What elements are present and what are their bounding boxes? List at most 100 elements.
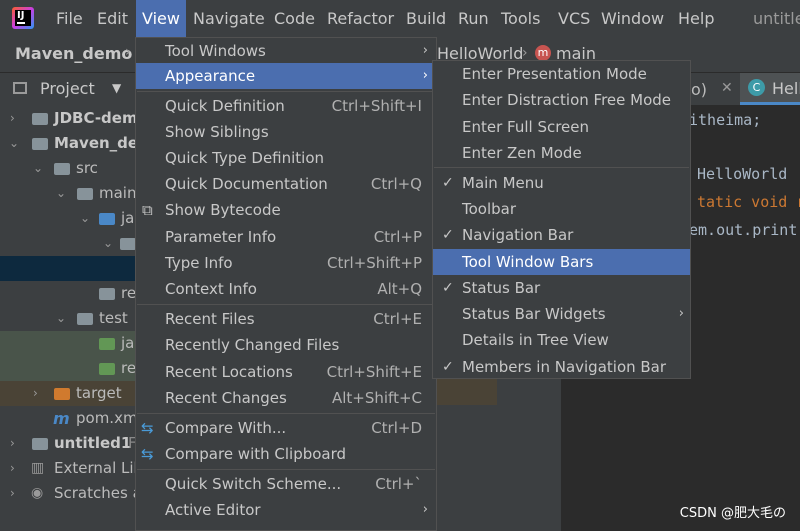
source-folder-icon bbox=[99, 213, 115, 225]
tree-item-label: JDBC-dem bbox=[54, 109, 138, 127]
menu-item-tool-windows[interactable]: Tool Windows › bbox=[136, 38, 436, 64]
chevron-right-icon[interactable]: › bbox=[10, 456, 15, 481]
menu-item-status-bar[interactable]: ✓ Status Bar bbox=[433, 275, 690, 301]
resources-folder-icon bbox=[99, 288, 115, 300]
watermark: CSDN @肥大毛の bbox=[679, 506, 786, 521]
menu-item-recent-changes[interactable]: Recent Changes Alt+Shift+C bbox=[136, 385, 436, 411]
menu-item-navigation-bar[interactable]: ✓ Navigation Bar bbox=[433, 222, 690, 248]
menu-run[interactable]: Run bbox=[457, 0, 490, 37]
menu-navigate[interactable]: Navigate bbox=[192, 0, 266, 37]
tree-item-label: External Lib bbox=[54, 459, 144, 477]
menu-edit[interactable]: Edit bbox=[96, 0, 129, 37]
check-icon: ✓ bbox=[442, 280, 454, 296]
menu-item-show-siblings[interactable]: Show Siblings bbox=[136, 119, 436, 145]
menu-item-main-menu[interactable]: ✓ Main Menu bbox=[433, 170, 690, 196]
chevron-right-icon[interactable]: › bbox=[10, 106, 15, 131]
tree-item-external-libraries[interactable]: › ▥ External Lib bbox=[0, 456, 143, 481]
tree-item-selected[interactable] bbox=[0, 256, 135, 281]
menu-refactor[interactable]: Refactor bbox=[326, 0, 395, 37]
menu-item-distraction-free-mode[interactable]: Enter Distraction Free Mode bbox=[433, 87, 690, 113]
menu-item-appearance[interactable]: Appearance › bbox=[136, 63, 436, 89]
menu-item-quick-definition[interactable]: Quick Definition Ctrl+Shift+I bbox=[136, 93, 436, 119]
breadcrumb-separator-icon: › bbox=[522, 45, 528, 61]
menu-item-details-tree-view[interactable]: Details in Tree View bbox=[433, 327, 690, 353]
menu-item-parameter-info[interactable]: Parameter Info Ctrl+P bbox=[136, 224, 436, 250]
tree-item-main[interactable]: ⌄ main bbox=[0, 181, 137, 206]
chevron-right-icon[interactable]: › bbox=[33, 381, 38, 406]
tree-target-row-extension bbox=[437, 379, 497, 405]
chevron-down-icon[interactable]: ⌄ bbox=[9, 131, 19, 156]
method-icon: m bbox=[535, 45, 551, 61]
menu-item-quick-switch-scheme[interactable]: Quick Switch Scheme... Ctrl+` bbox=[136, 471, 436, 497]
tree-item-pom[interactable]: m pom.xm bbox=[0, 406, 138, 431]
menu-item-show-bytecode[interactable]: ⧉ Show Bytecode bbox=[136, 197, 436, 223]
menu-build[interactable]: Build bbox=[405, 0, 447, 37]
menu-item-members-navigation-bar[interactable]: ✓ Members in Navigation Bar bbox=[433, 354, 690, 380]
nav-project-name[interactable]: Maven_demo bbox=[15, 44, 132, 63]
tree-item-test-resources[interactable]: re bbox=[0, 356, 137, 381]
tree-item-resources[interactable]: re bbox=[0, 281, 136, 306]
chevron-down-icon[interactable]: ⌄ bbox=[56, 306, 66, 331]
menu-item-tool-window-bars[interactable]: Tool Window Bars bbox=[433, 249, 690, 275]
editor-tab-active[interactable]: C Hell bbox=[740, 73, 800, 105]
chevron-right-icon[interactable]: › bbox=[10, 431, 15, 456]
tree-item-src[interactable]: ⌄ src bbox=[0, 156, 135, 181]
menu-item-status-bar-widgets[interactable]: Status Bar Widgets › bbox=[433, 301, 690, 327]
menu-item-recent-locations[interactable]: Recent Locations Ctrl+Shift+E bbox=[136, 359, 436, 385]
tree-item-test-java[interactable]: ja bbox=[0, 331, 135, 356]
tree-item-scratches[interactable]: › ◉ Scratches a bbox=[0, 481, 142, 506]
menu-tools[interactable]: Tools bbox=[500, 0, 541, 37]
module-folder-icon bbox=[32, 138, 48, 150]
menu-item-zen-mode[interactable]: Enter Zen Mode bbox=[433, 140, 690, 166]
menu-vcs[interactable]: VCS bbox=[557, 0, 591, 37]
menu-item-toolbar[interactable]: Toolbar bbox=[433, 196, 690, 222]
menu-item-recent-files[interactable]: Recent Files Ctrl+E bbox=[136, 306, 436, 332]
tree-item-maven-demo[interactable]: ⌄ Maven_dem bbox=[0, 131, 154, 156]
menu-item-quick-type-definition[interactable]: Quick Type Definition bbox=[136, 145, 436, 171]
tree-item-java[interactable]: ⌄ ja bbox=[0, 206, 135, 231]
menu-code[interactable]: Code bbox=[273, 0, 316, 37]
breadcrumb-separator-icon: › bbox=[125, 44, 131, 60]
compare-icon: ⇆ bbox=[141, 419, 154, 437]
code-line-method: tatic void r bbox=[697, 193, 800, 211]
close-tab-icon[interactable]: ✕ bbox=[721, 80, 733, 96]
test-folder-icon bbox=[99, 338, 115, 350]
editor-tab-partial[interactable]: o) bbox=[691, 80, 707, 99]
check-icon: ✓ bbox=[442, 227, 454, 243]
menu-item-context-info[interactable]: Context Info Alt+Q bbox=[136, 276, 436, 302]
excluded-folder-icon bbox=[54, 388, 70, 400]
chevron-right-icon[interactable]: › bbox=[10, 481, 15, 506]
chevron-down-icon[interactable]: ⌄ bbox=[33, 156, 43, 181]
tree-item-target[interactable]: › target bbox=[0, 381, 135, 406]
menu-item-recently-changed-files[interactable]: Recently Changed Files bbox=[136, 332, 436, 358]
menu-item-compare-clipboard[interactable]: ⇆ Compare with Clipboard bbox=[136, 441, 436, 467]
chevron-down-icon[interactable]: ⌄ bbox=[80, 206, 90, 231]
menu-item-type-info[interactable]: Type Info Ctrl+Shift+P bbox=[136, 250, 436, 276]
tree-item-test[interactable]: ⌄ test bbox=[0, 306, 135, 331]
tree-item-package[interactable]: ⌄ bbox=[0, 231, 136, 256]
dropdown-arrow-icon[interactable]: ▼ bbox=[112, 81, 121, 95]
menu-help[interactable]: Help bbox=[677, 0, 715, 37]
submenu-arrow-icon: › bbox=[678, 306, 684, 321]
window-title: untitle bbox=[753, 9, 800, 28]
folder-icon bbox=[77, 313, 93, 325]
tree-item-jdbc-demo[interactable]: › JDBC-dem bbox=[0, 106, 138, 131]
menu-bar: IJ File Edit View Navigate Code Refactor… bbox=[0, 0, 800, 37]
package-icon bbox=[120, 238, 136, 250]
tool-window-title[interactable]: Project bbox=[40, 79, 95, 98]
menu-window[interactable]: Window bbox=[600, 0, 665, 37]
code-line-package: itheima; bbox=[689, 111, 762, 129]
tree-item-label: re bbox=[121, 359, 137, 377]
tree-item-label: main bbox=[99, 184, 137, 202]
chevron-down-icon[interactable]: ⌄ bbox=[103, 231, 113, 256]
code-line-print: em.out.print bbox=[689, 221, 798, 239]
menu-file[interactable]: File bbox=[55, 0, 84, 37]
menu-view[interactable]: View bbox=[136, 0, 186, 37]
menu-item-active-editor[interactable]: Active Editor › bbox=[136, 497, 436, 523]
tree-item-untitled1[interactable]: › untitled1 F bbox=[0, 431, 137, 456]
menu-item-quick-documentation[interactable]: Quick Documentation Ctrl+Q bbox=[136, 171, 436, 197]
menu-item-presentation-mode[interactable]: Enter Presentation Mode bbox=[433, 61, 690, 87]
chevron-down-icon[interactable]: ⌄ bbox=[56, 181, 66, 206]
menu-item-full-screen[interactable]: Enter Full Screen bbox=[433, 114, 690, 140]
menu-item-compare-with[interactable]: ⇆ Compare With... Ctrl+D bbox=[136, 415, 436, 441]
